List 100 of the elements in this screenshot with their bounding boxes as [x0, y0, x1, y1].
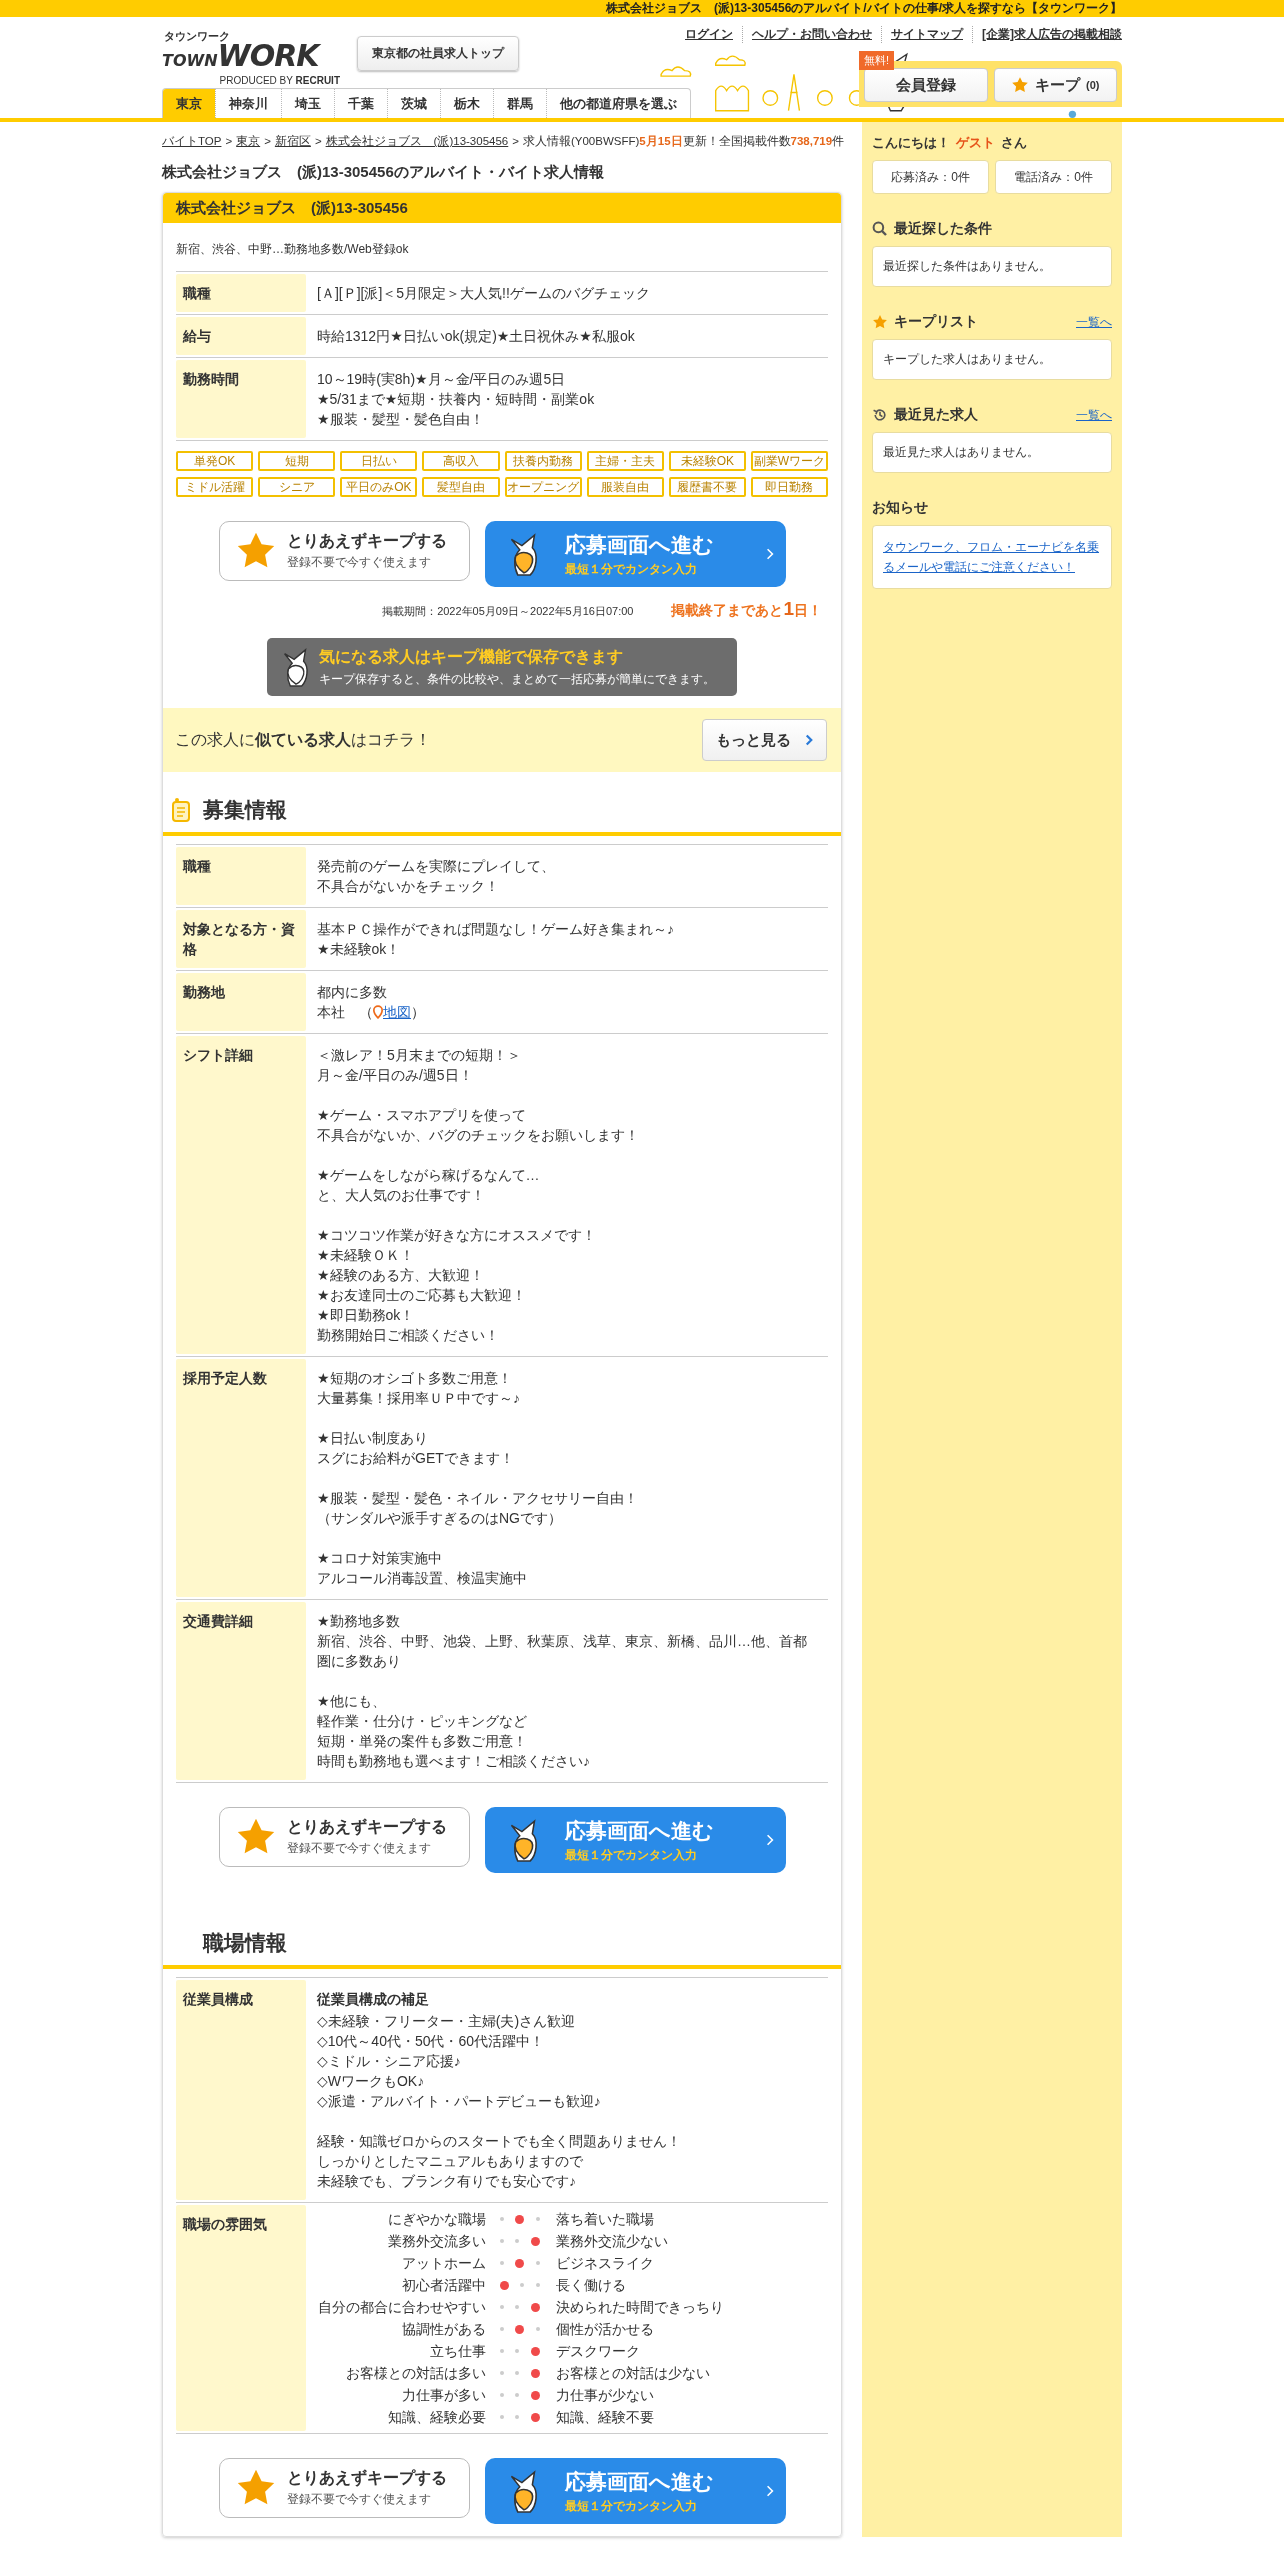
office-label: 本社 （ — [317, 1003, 373, 1022]
row-text: しっかりとしたマニュアルもありますので — [317, 2152, 584, 2171]
row-text: ★服装・髪型・髪色自由！ — [317, 410, 485, 429]
header-link[interactable]: ヘルプ・お問い合わせ — [742, 26, 881, 43]
keep-button[interactable]: とりあえずキープする 登録不要で今すぐ使えます — [218, 1807, 470, 1867]
row-text: ◇WワークもOK♪ — [317, 2072, 426, 2091]
atmosphere-right: 決められた時間できっちり — [555, 2298, 725, 2317]
header-link[interactable]: ログイン — [676, 26, 742, 43]
keep-list-button[interactable]: キープ (0) — [993, 68, 1117, 102]
prefecture-tab[interactable]: 栃木 — [440, 89, 493, 118]
row-text: （サンダルや派手すぎるのはNGです） — [317, 1509, 563, 1528]
separator-text: > — [314, 135, 322, 147]
row-text: ★ゲームをしながら稼げるなんて… — [317, 1166, 541, 1185]
townwork-logo[interactable]: タウンワーク TOWNWORK PRODUCED BY RECRUIT — [162, 30, 340, 86]
row-label: 勤務時間 — [176, 360, 306, 438]
see-more-button[interactable]: もっと見る — [702, 719, 827, 761]
row-text: ★お友達同士のご応募も大歓迎！ — [317, 1286, 527, 1305]
subheading: 従業員構成の補足 — [317, 1990, 430, 2009]
prefecture-tab[interactable]: 群馬 — [493, 89, 546, 118]
company-name: 株式会社ジョブス (派)13-305456 — [163, 193, 841, 223]
sidebar-heading: 最近探した条件 — [894, 220, 993, 238]
row-label: 職種 — [176, 274, 306, 312]
similar-jobs-text: この求人に似ている求人はコチラ！ — [175, 729, 431, 750]
section-heading: 募集情報 — [203, 797, 287, 823]
chevron-right-icon — [805, 734, 813, 746]
breadcrumb-link[interactable]: 株式会社ジョブス (派)13-305456 — [325, 134, 509, 149]
prefecture-tab[interactable]: 神奈川 — [215, 89, 281, 118]
free-badge: 無料! — [859, 51, 895, 70]
map-pin-icon — [373, 1005, 383, 1019]
banner-text: キープ保存すると、条件の比較や、まとめて一括応募が簡単にできます。 — [319, 670, 715, 688]
atmosphere-right: デスクワーク — [555, 2342, 641, 2361]
atmosphere-left: 協調性がある — [401, 2320, 486, 2339]
row-text: ◇ミドル・シニア応援♪ — [317, 2052, 462, 2071]
row-text: 経験・知識ゼロからのスタートでも全く問題ありません！ — [317, 2132, 682, 2151]
row-text: ★未経験ＯＫ！ — [317, 1246, 415, 1265]
row-text: ★5/31まで★短期・扶養内・短時間・副業ok — [317, 390, 596, 409]
chevron-right-icon — [765, 1833, 774, 1847]
keep-button[interactable]: とりあえずキープする 登録不要で今すぐ使えます — [218, 521, 470, 581]
prefecture-tab[interactable]: 東京 — [163, 89, 215, 118]
header-link[interactable]: サイトマップ — [881, 26, 972, 43]
regular-jobs-button[interactable]: 東京都の社員求人トップ — [357, 36, 519, 71]
atmosphere-right: お客様との対話は少ない — [555, 2364, 711, 2383]
empty-message: キープした求人はありません。 — [883, 352, 1051, 366]
feature-tag: 即日勤務 — [750, 477, 828, 497]
header-link[interactable]: [企業]求人広告の掲載相談 — [972, 26, 1122, 43]
keep-button[interactable]: とりあえずキープする 登録不要で今すぐ使えます — [218, 2458, 470, 2518]
feature-tag: オープニング — [504, 477, 582, 497]
feature-tag: 短期 — [258, 451, 336, 471]
status-counter: 電話済み：0件 — [995, 160, 1112, 194]
sidebar-heading: キープリスト — [894, 313, 979, 331]
status-counter: 応募済み：0件 — [872, 160, 989, 194]
apply-button[interactable]: 応募画面へ進む 最短１分でカンタン入力 — [484, 1807, 786, 1873]
feature-tag: ミドル活躍 — [176, 477, 254, 497]
row-label: 従業員構成 — [176, 1980, 306, 2200]
row-text: と、大人気のお仕事です！ — [317, 1186, 486, 1205]
atmosphere-right: 長く働ける — [555, 2276, 627, 2295]
prefecture-tab[interactable]: 千葉 — [334, 89, 387, 118]
prefecture-tab[interactable]: 埼玉 — [281, 89, 334, 118]
row-text: 不具合がないか、バグのチェックをお願いします！ — [317, 1126, 640, 1145]
feature-tag: 扶養内勤務 — [504, 451, 582, 471]
map-link[interactable]: 地図 — [383, 1002, 411, 1022]
apply-button[interactable]: 応募画面へ進む 最短１分でカンタン入力 — [484, 521, 786, 587]
row-label: 勤務地 — [176, 973, 306, 1031]
row-text: 都内に多数 — [317, 983, 388, 1002]
row-text: 発売前のゲームを実際にプレイして、 — [317, 857, 556, 876]
atmosphere-right: ビジネスライク — [555, 2254, 655, 2273]
breadcrumb-link[interactable]: 東京 — [236, 134, 261, 149]
apply-button[interactable]: 応募画面へ進む 最短１分でカンタン入力 — [484, 2458, 786, 2524]
listing-period: 掲載期間：2022年05月09日～2022年5月16日07:00 — [382, 604, 634, 619]
breadcrumb-link[interactable]: バイトTOP — [162, 134, 222, 149]
atmosphere-right: 業務外交流少ない — [555, 2232, 669, 2251]
row-text: 基本ＰＣ操作ができれば問題なし！ゲーム好き集まれ～♪ — [317, 920, 675, 939]
atmosphere-right: 落ち着いた職場 — [555, 2210, 655, 2229]
breadcrumb-link[interactable]: 新宿区 — [274, 134, 311, 149]
memo-icon — [171, 797, 191, 823]
sidebar-heading: 最近見た求人 — [894, 406, 979, 424]
row-label: 職種 — [176, 847, 306, 905]
row-text: 新宿、渋谷、中野、池袋、上野、秋葉原、浅草、東京、新橋、品川…他、首都圏に多数あり — [317, 1632, 808, 1671]
separator-text: > — [512, 135, 519, 147]
atmosphere-right: 力仕事が少ない — [555, 2386, 655, 2405]
list-link[interactable]: 一覧へ — [1076, 313, 1112, 331]
prefecture-tab[interactable]: 他の都道府県を選ぶ — [546, 89, 690, 118]
banner-title: 気になる求人はキープ機能で保存できます — [319, 646, 624, 668]
prefecture-tab[interactable]: 茨城 — [387, 89, 440, 118]
row-text: [Ａ][Ｐ][派]＜5月限定＞大人気!!ゲームのバグチェック — [317, 284, 651, 303]
list-link[interactable]: 一覧へ — [1076, 406, 1112, 424]
feature-tag: 髪型自由 — [422, 477, 500, 497]
empty-message: 最近見た求人はありません。 — [883, 445, 1039, 459]
section-heading: 職場情報 — [203, 1930, 287, 1956]
row-text: スグにお給料がGETできます！ — [317, 1449, 515, 1468]
feature-tag: 高収入 — [422, 451, 500, 471]
row-label: 職場の雰囲気 — [176, 2205, 306, 2431]
feature-tag: 副業Wワーク — [750, 451, 828, 471]
register-button[interactable]: 会員登録 — [864, 68, 988, 102]
row-text: ★服装・髪型・髪色・ネイル・アクセサリー自由！ — [317, 1489, 639, 1508]
notice-link[interactable]: タウンワーク、フロム・エーナビを名乗るメールや電話にご注意ください！ — [883, 537, 1101, 577]
user-name: ゲスト — [956, 134, 995, 152]
row-text: ★勤務地多数 — [317, 1612, 401, 1631]
atmosphere-left: 知識、経験必要 — [387, 2408, 486, 2427]
atmosphere-left: 力仕事が多い — [401, 2386, 486, 2405]
